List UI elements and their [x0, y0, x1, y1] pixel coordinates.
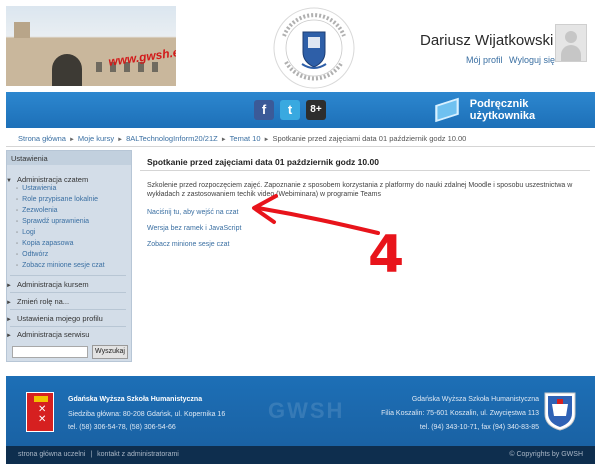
sidebar-item-restore[interactable]: Odtwórz — [16, 251, 48, 258]
divider — [10, 309, 126, 310]
breadcrumb: Strona główna ► Moje kursy ► 8ALTechnologInf… — [18, 134, 588, 143]
cross-icon: ✕ ✕ — [38, 404, 47, 425]
twitter-icon[interactable]: t — [280, 100, 300, 120]
collapsed-triangle-icon: ► — [6, 317, 12, 323]
breadcrumb-course[interactable]: 8ALTechnologInform20/21Z — [126, 134, 218, 143]
sidebar-item-past-sessions[interactable]: Zobacz minione sesje czat — [16, 262, 104, 269]
sidebar-item-settings[interactable]: Ustawienia — [16, 185, 56, 192]
sidebar-section-label: Administracja kursem — [16, 280, 89, 289]
banner-window — [152, 62, 158, 72]
sidebar-section-label: Zmień rolę na... — [16, 297, 70, 306]
divider — [10, 275, 126, 276]
book-icon — [435, 97, 459, 123]
expanded-triangle-icon: ▼ — [6, 178, 12, 184]
sidebar-section-label: Administracja serwisu — [16, 330, 90, 339]
university-home-link[interactable]: strona główna uczelni — [18, 451, 85, 458]
separator: | — [90, 451, 93, 458]
footer: ✕ ✕ Gdańska Wyższa Szkoła Humanistyczna S… — [6, 376, 595, 446]
sidebar-site-admin-section[interactable]: ► Administracja serwisu — [6, 330, 89, 339]
footer-branch-name: Gdańska Wyższa Szkoła Humanistyczna — [411, 396, 539, 403]
view-past-sessions-link[interactable]: Zobacz minione sesje czat — [147, 241, 229, 248]
annotation-arrow-shaft — [256, 206, 380, 235]
koszalin-coat-of-arms-icon — [544, 392, 576, 431]
page-title: Spotkanie przed zajęciami data 01 paździ… — [147, 157, 379, 167]
sidebar-chat-admin-section[interactable]: ▼ Administracja czatem — [6, 175, 88, 184]
footer-main-address: Siedziba główna: 80-208 Gdańsk, ul. Kope… — [68, 411, 226, 418]
search-button[interactable]: Wyszukaj — [92, 345, 128, 359]
sidebar-section-label: Administracja czatem — [16, 175, 89, 184]
breadcrumb-separator-icon: ► — [117, 137, 124, 143]
sidebar-switch-role-section[interactable]: ► Zmień rolę na... — [6, 297, 69, 306]
no-frames-version-link[interactable]: Wersja bez ramek i JavaScript — [147, 225, 241, 232]
gwsh-seal-logo[interactable] — [272, 6, 356, 90]
breadcrumb-home[interactable]: Strona główna — [18, 134, 66, 143]
chat-description: Szkolenie przed rozpoczęciem zajęć. Zapo… — [147, 182, 573, 198]
sidebar-course-admin-section[interactable]: ► Administracja kursem — [6, 280, 89, 289]
banner-window — [96, 62, 102, 72]
header: www.gwsh.edu.pl Dariusz Wijatkowski Mój … — [0, 0, 595, 92]
collapsed-triangle-icon: ► — [6, 333, 12, 339]
breadcrumb-separator-icon: ► — [68, 137, 75, 143]
divider — [10, 292, 126, 293]
breadcrumb-topic[interactable]: Temat 10 — [230, 134, 261, 143]
bottom-bar: strona główna uczelni | kontakt z administ… — [6, 446, 595, 464]
sidebar-profile-settings-section[interactable]: ► Ustawienia mojego profilu — [6, 314, 103, 323]
sidebar-item-logs[interactable]: Logi — [16, 229, 35, 236]
footer-watermark: GWSH — [268, 398, 345, 423]
footer-university-name: Gdańska Wyższa Szkoła Humanistyczna — [68, 396, 203, 403]
crown-icon — [34, 396, 48, 402]
sidebar-section-label: Ustawienia mojego profilu — [16, 314, 103, 323]
collapsed-triangle-icon: ► — [6, 283, 12, 289]
gdansk-coat-of-arms-icon: ✕ ✕ — [26, 392, 54, 432]
copyright: © Copyrights by GWSH — [509, 451, 583, 458]
user-manual-label: Podręcznik użytkownika — [469, 98, 536, 122]
user-manual-button[interactable]: Podręcznik użytkownika — [435, 97, 595, 123]
footer-branch-phone: tel. (94) 343-10-71, fax (94) 340-83-85 — [419, 424, 539, 431]
contact-admins-link[interactable]: kontakt z administratorami — [97, 451, 179, 458]
user-menu-links: Mój profil Wyloguj się — [462, 55, 555, 65]
google-plus-icon[interactable]: 8+ — [306, 100, 326, 120]
breadcrumb-my-courses[interactable]: Moje kursy — [78, 134, 114, 143]
university-banner-image[interactable]: www.gwsh.edu.pl — [6, 6, 176, 86]
annotation-number: 4 — [368, 225, 404, 285]
annotation-arrow-head — [252, 194, 278, 224]
breadcrumb-separator-icon: ► — [220, 137, 227, 143]
bottom-links: strona główna uczelni | kontakt z administ… — [18, 451, 179, 458]
divider — [6, 146, 595, 147]
sidebar-item-permissions[interactable]: Zezwolenia — [16, 207, 57, 214]
facebook-icon[interactable]: f — [254, 100, 274, 120]
banner-gate — [52, 54, 82, 86]
divider — [140, 170, 590, 171]
page: www.gwsh.edu.pl Dariusz Wijatkowski Mój … — [0, 0, 595, 464]
footer-main-phone: tel. (58) 306-54-78, (58) 306-54-66 — [68, 424, 176, 431]
settings-block-title: Ustawienia — [7, 151, 131, 165]
social-navigation-bar: f t 8+ Podręcznik użytkownika — [6, 92, 595, 128]
sidebar-item-check-permissions[interactable]: Sprawdź uprawnienia — [16, 218, 89, 225]
sidebar-item-backup[interactable]: Kopia zapasowa — [16, 240, 73, 247]
collapsed-triangle-icon: ► — [6, 300, 12, 306]
footer-branch-address: Filia Koszalin: 75-601 Koszalin, ul. Zwy… — [381, 410, 539, 417]
divider — [10, 326, 126, 327]
breadcrumb-current: Spotkanie przed zajęciami data 01 paździ… — [272, 134, 467, 143]
avatar[interactable] — [555, 24, 587, 62]
sidebar-item-local-roles[interactable]: Role przypisane lokalnie — [16, 196, 98, 203]
search-input[interactable] — [12, 346, 88, 358]
my-profile-link[interactable]: Mój profil — [466, 55, 503, 65]
logout-link[interactable]: Wyloguj się — [509, 55, 555, 65]
enter-chat-link[interactable]: Naciśnij tu, aby wejść na czat — [147, 209, 238, 216]
breadcrumb-separator-icon: ► — [263, 137, 270, 143]
user-full-name: Dariusz Wijatkowski — [420, 32, 554, 49]
